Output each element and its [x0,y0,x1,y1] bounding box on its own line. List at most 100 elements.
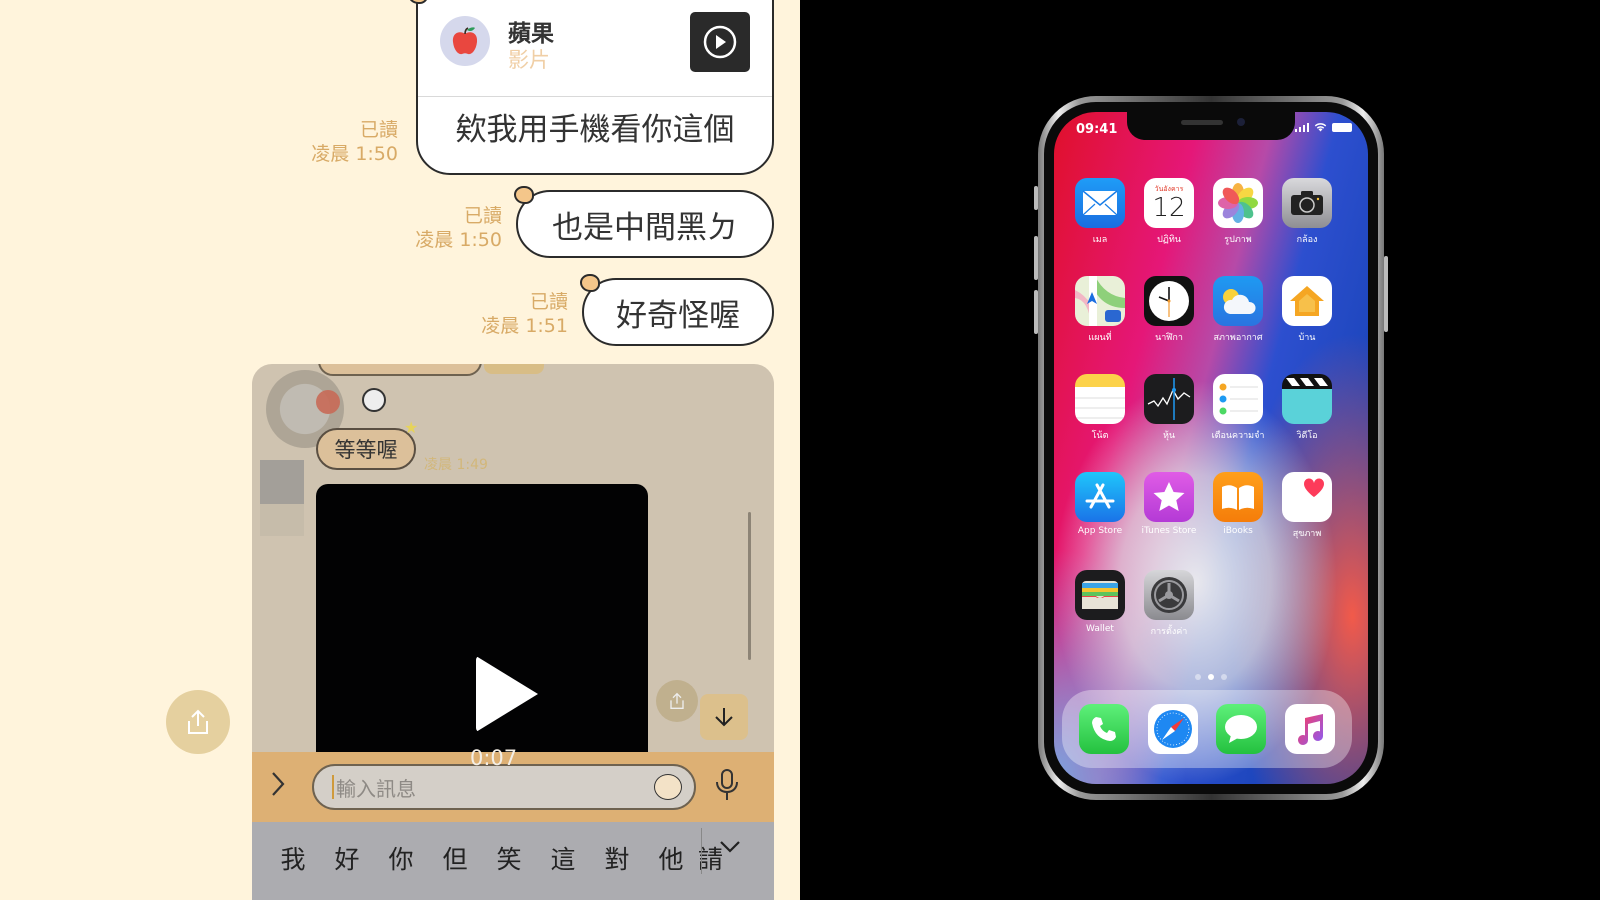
app-photos[interactable]: รูปภาพ [1212,178,1264,246]
calendar-icon: วันอังคาร 12 [1144,178,1194,228]
message-text: 好奇怪喔 [616,297,740,334]
app-itunes-store[interactable]: iTunes Store [1142,472,1196,540]
video-thumbnail-play-icon[interactable] [690,12,750,72]
message-input[interactable]: 輸入訊息 [312,764,696,810]
shared-card-subtitle: 影片 [508,48,550,72]
app-ibooks[interactable]: iBooks [1212,472,1264,540]
page-indicator[interactable] [1195,674,1227,680]
message-text: 也是中間黑ㄉ [552,209,738,246]
chat-bubble[interactable]: 等等喔 [316,428,416,470]
iphone-x-render: 09:41 เมล วันอังคาร 12 ปฏิทิน รูปภาพ กล้… [800,0,1600,900]
share-button[interactable] [166,690,230,754]
page-dot[interactable] [1221,674,1227,680]
stocks-icon [1144,374,1194,424]
arrow-down-icon [715,708,733,727]
divider [701,828,702,874]
ibooks-icon [1213,472,1263,522]
front-camera [1237,118,1245,126]
candidate-word[interactable]: 他 [644,840,698,876]
candidate-word[interactable]: 笑 [482,840,536,876]
bubble-decoration-icon [514,186,534,204]
shared-card-header[interactable]: 蘋果 影片 [418,0,772,97]
music-icon[interactable] [1284,704,1335,754]
dock [1062,690,1352,768]
partial-badge [484,364,544,374]
video-duration: 0:07 [470,746,518,770]
app-health[interactable]: สุขภาพ [1281,472,1333,540]
messages-icon[interactable] [1216,704,1267,754]
page-dot[interactable] [1195,674,1201,680]
speaker [1181,120,1223,125]
notes-icon [1075,374,1125,424]
chat-bubble[interactable]: 也是中間黑ㄉ [514,186,774,258]
chat-screenshot: 蘋果 影片 欸我用手機看你這個 已讀 凌晨 1:50 也是中間黑ㄉ 已讀 凌晨 … [0,0,800,900]
emoji-icon [362,388,386,412]
clock-icon [1144,276,1194,326]
app-camera[interactable]: กล้อง [1281,178,1333,246]
home-icon [1282,276,1332,326]
app-videos[interactable]: วิดีโอ [1281,374,1333,442]
message-text: 等等喔 [334,438,398,462]
photos-icon [1213,178,1263,228]
app-maps[interactable]: แผนที่ [1074,276,1126,344]
candidate-word[interactable]: 對 [590,840,644,876]
share-button[interactable] [656,680,698,722]
status-icons [1294,122,1352,132]
app-home[interactable]: บ้าน [1281,276,1333,344]
candidate-word[interactable]: 這 [536,840,590,876]
app-stocks[interactable]: หุ้น [1143,374,1195,442]
message-text: 欸我用手機看你這個 [455,112,735,148]
candidate-word[interactable]: 你 [374,840,428,876]
message-meta: 已讀 凌晨 1:50 [298,118,398,166]
message-time: 凌晨 1:49 [424,457,488,473]
sticker-icon[interactable] [654,774,682,800]
embedded-chat-screenshot: 等等喔 ★ 凌晨 1:49 輸入訊息 0:07 我 好 你 但 笑 這 對 他 … [252,364,774,900]
read-receipt: 已讀 [463,205,502,227]
avatar-placeholder [260,460,304,504]
microphone-icon[interactable] [714,768,740,806]
page-dot-active[interactable] [1208,674,1214,680]
read-receipt: 已讀 [359,119,398,141]
app-settings[interactable]: การตั้งค่า [1143,570,1195,638]
scroll-down-button[interactable] [700,694,748,740]
play-icon[interactable] [476,656,538,732]
app-notes[interactable]: โน้ต [1074,374,1126,442]
candidate-word[interactable]: 好 [320,840,374,876]
app-clock[interactable]: นาฬิกา [1143,276,1195,344]
candidate-word[interactable]: 但 [428,840,482,876]
app-calendar[interactable]: วันอังคาร 12 ปฏิทิน [1143,178,1195,246]
message-input-placeholder: 輸入訊息 [336,776,416,801]
videos-icon [1282,374,1332,424]
avatar-placeholder [260,504,304,536]
message-meta: 已讀 凌晨 1:50 [398,204,502,252]
phone-frame: 09:41 เมล วันอังคาร 12 ปฏิทิน รูปภาพ กล้… [1038,96,1384,800]
app-mail[interactable]: เมล [1074,178,1126,246]
phone-icon[interactable] [1079,704,1130,754]
read-receipt: 已讀 [529,291,568,313]
keyboard-candidate-bar: 我 好 你 但 笑 這 對 他 請 [252,822,774,900]
candidate-word[interactable]: 我 [266,840,320,876]
notch [1127,112,1295,140]
message-meta: 已讀 凌晨 1:51 [464,290,568,338]
side-button [1384,256,1388,332]
health-icon [1282,472,1332,522]
chat-bubble[interactable]: 好奇怪喔 [580,274,774,346]
chevron-right-icon[interactable] [270,770,286,805]
app-reminders[interactable]: เตือนความจำ [1212,374,1264,442]
weather-icon [1213,276,1263,326]
text-caret [332,775,334,799]
safari-icon[interactable] [1147,704,1198,754]
chevron-down-icon[interactable] [718,836,742,861]
message-time: 凌晨 1:50 [311,143,398,165]
video-message[interactable] [316,484,648,764]
share-icon [188,709,208,734]
smiley-sticker-icon [316,390,340,414]
bubble-decoration-icon [580,274,600,292]
shared-video-card-bubble[interactable]: 蘋果 影片 欸我用手機看你這個 [408,0,774,175]
scrollbar[interactable] [748,512,751,660]
app-app-store[interactable]: App Store [1074,472,1126,540]
star-decoration-icon: ★ [404,418,419,437]
camera-icon [1282,178,1332,228]
app-wallet[interactable]: Wallet [1074,570,1126,638]
app-weather[interactable]: สภาพอากาศ [1212,276,1264,344]
